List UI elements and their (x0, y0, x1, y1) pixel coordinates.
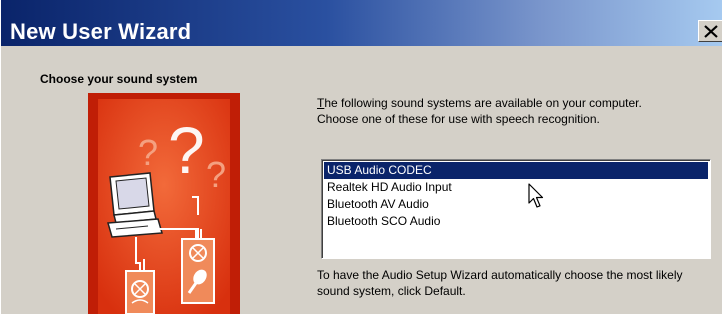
sound-system-item[interactable]: Realtek HD Audio Input (324, 179, 708, 196)
illustration-graphic: ? ? ? (88, 93, 240, 314)
title-bar[interactable]: New User Wizard (1, 0, 722, 46)
sound-systems-description: The following sound systems are availabl… (317, 96, 677, 127)
question-mark-left: ? (138, 132, 158, 173)
close-icon (704, 25, 718, 38)
default-hint-text: To have the Audio Setup Wizard automatic… (317, 268, 683, 298)
mouse-pointer-icon (528, 183, 544, 208)
sound-system-listbox[interactable]: USB Audio CODEC Realtek HD Audio Input B… (321, 159, 711, 259)
page-heading: Choose your sound system (40, 72, 198, 86)
sound-system-item[interactable]: Bluetooth SCO Audio (324, 213, 708, 230)
speaker-icon (125, 270, 155, 314)
question-mark-right: ? (206, 154, 226, 195)
question-mark-large: ? (168, 113, 205, 187)
close-button[interactable] (698, 20, 722, 42)
description-text: he following sound systems are available… (317, 96, 642, 126)
microphone-icon (181, 238, 215, 304)
sound-system-item[interactable]: USB Audio CODEC (324, 162, 708, 179)
window-title: New User Wizard (10, 19, 192, 44)
sound-system-item[interactable]: Bluetooth AV Audio (324, 196, 708, 213)
new-user-wizard-window: New User Wizard Choose your sound system… (0, 0, 722, 314)
sound-system-illustration: ? ? ? (88, 93, 240, 314)
